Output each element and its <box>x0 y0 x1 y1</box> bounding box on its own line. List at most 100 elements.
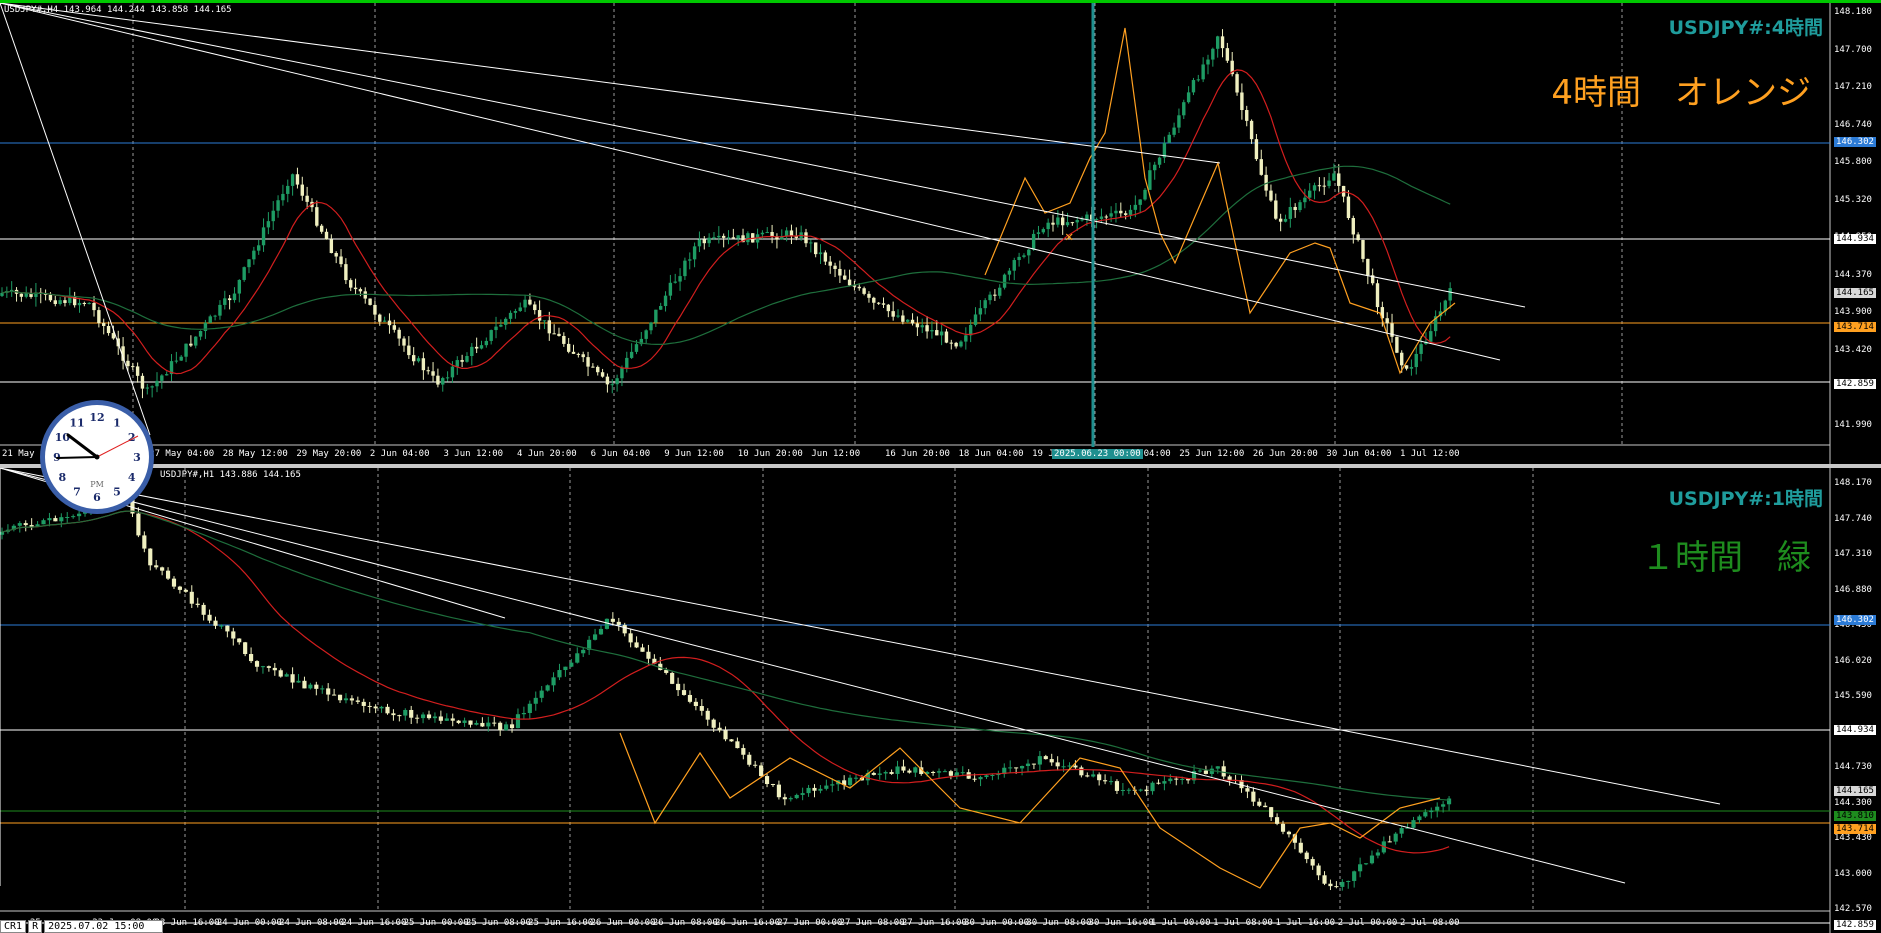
status-tab-cr1[interactable]: CR1 <box>0 920 27 933</box>
candle-body <box>973 314 978 325</box>
time-axis-label: 18 Jun 04:00 <box>958 449 1024 459</box>
candle-body <box>1046 222 1050 230</box>
candle-body <box>629 351 634 358</box>
candle-body <box>930 330 934 332</box>
candle-body <box>616 621 621 625</box>
candle-body <box>343 698 349 701</box>
candle-body <box>1298 842 1303 853</box>
candle-body <box>1322 875 1327 884</box>
candle-body <box>421 358 426 371</box>
candle-body <box>397 329 401 339</box>
candle-body <box>581 649 586 654</box>
candle-body <box>576 353 581 355</box>
candle-body <box>1395 336 1399 353</box>
candle-body <box>1133 204 1138 210</box>
time-axis-label: 1 Jul 00:00 <box>1150 918 1211 928</box>
candle-body <box>990 775 995 777</box>
candle-body <box>87 302 91 305</box>
candle-body <box>1008 767 1013 769</box>
candle-body <box>759 765 764 777</box>
candle-body <box>877 773 882 775</box>
candle-body <box>207 614 212 621</box>
candle-body <box>1249 120 1254 140</box>
candle-body <box>600 372 605 377</box>
candle-body <box>237 638 242 643</box>
candle-body <box>300 184 304 196</box>
candle-body <box>426 714 432 719</box>
candle-body <box>1157 157 1162 165</box>
time-axis-label: 28 May 12:00 <box>222 449 288 459</box>
time-axis-label: 2 Jul 00:00 <box>1337 918 1398 928</box>
candle-body <box>1182 102 1186 116</box>
candle-body <box>1025 763 1031 767</box>
candle-body <box>847 279 852 286</box>
candle-body <box>349 280 353 288</box>
candle-body <box>203 322 208 332</box>
candle-body <box>160 375 164 381</box>
candle-body <box>382 320 387 322</box>
candle-body <box>1375 852 1380 856</box>
candle-body <box>1079 767 1084 776</box>
status-tab-r[interactable]: R <box>28 920 43 933</box>
candle-body <box>678 276 682 282</box>
price-axis-label: 147.310 <box>1834 549 1872 559</box>
h1-chart-pane[interactable]: USDJPY#,H1 143.886 144.165 USDJPY#:1時間 １… <box>0 468 1881 933</box>
candle-body <box>136 513 141 536</box>
candle-body <box>907 770 912 773</box>
candle-body <box>654 309 658 323</box>
candle-body <box>1414 353 1418 368</box>
candle-body <box>1031 763 1037 765</box>
candle-body <box>392 325 397 330</box>
candle-body <box>24 293 28 297</box>
time-axis-label: 25 Jun 16:00 <box>528 918 594 928</box>
candle-body <box>729 739 734 742</box>
h4-chart-pane[interactable]: ✕ USDJPY#,H4 143.964 144.244 143.858 144… <box>0 0 1881 464</box>
trend-line <box>0 3 1526 308</box>
candle-body <box>1075 220 1079 223</box>
candle-body <box>1037 756 1042 765</box>
analog-clock-widget[interactable]: 121234567891011 PM <box>38 398 156 516</box>
candle-body <box>1254 139 1259 160</box>
candle-body <box>547 320 551 334</box>
candle-body <box>533 304 537 311</box>
price-level-tag: 142.859 <box>1834 920 1876 930</box>
candle-body <box>1150 782 1155 792</box>
candle-body <box>1138 199 1142 205</box>
time-axis-label: 1 Jul 08:00 <box>1213 918 1273 928</box>
candle-body <box>1114 210 1118 214</box>
price-axis-label: 148.180 <box>1834 7 1872 17</box>
candle-body <box>97 310 101 324</box>
candle-body <box>441 378 445 385</box>
candle-body <box>770 784 776 786</box>
candle-body <box>964 335 968 342</box>
candle-body <box>895 766 900 774</box>
time-axis-label: 24 Jun 00:00 <box>216 918 282 928</box>
candle-body <box>906 319 910 322</box>
candle-body <box>349 698 354 701</box>
candle-body <box>106 325 111 334</box>
candle-body <box>948 771 953 776</box>
time-axis-label: 1 Jul 16:00 <box>1275 918 1336 928</box>
candle-body <box>140 375 145 389</box>
candle-body <box>468 720 473 725</box>
candle-body <box>625 357 629 369</box>
candle-body <box>177 586 182 590</box>
candle-body <box>1387 841 1392 843</box>
h4-crosshair-time-tag: 2025.06.23 00:00 <box>1052 449 1143 459</box>
candle-body <box>891 311 895 317</box>
candle-body <box>326 688 331 695</box>
candle-body <box>697 239 702 247</box>
candle-body <box>552 333 556 335</box>
candle-body <box>407 345 411 356</box>
time-axis-label: 30 Jun 04:00 <box>1326 449 1392 459</box>
h4-color-label: 4時間 オレンジ <box>1551 73 1811 113</box>
candle-body <box>324 231 329 240</box>
candle-body <box>1369 855 1375 864</box>
candle-body <box>71 516 76 518</box>
h1-chart-canvas[interactable] <box>0 468 1881 933</box>
candle-body <box>213 315 217 317</box>
candle-body <box>1308 190 1312 198</box>
candle-body <box>1280 823 1286 832</box>
candle-body <box>1429 331 1433 342</box>
candle-body <box>486 722 491 727</box>
